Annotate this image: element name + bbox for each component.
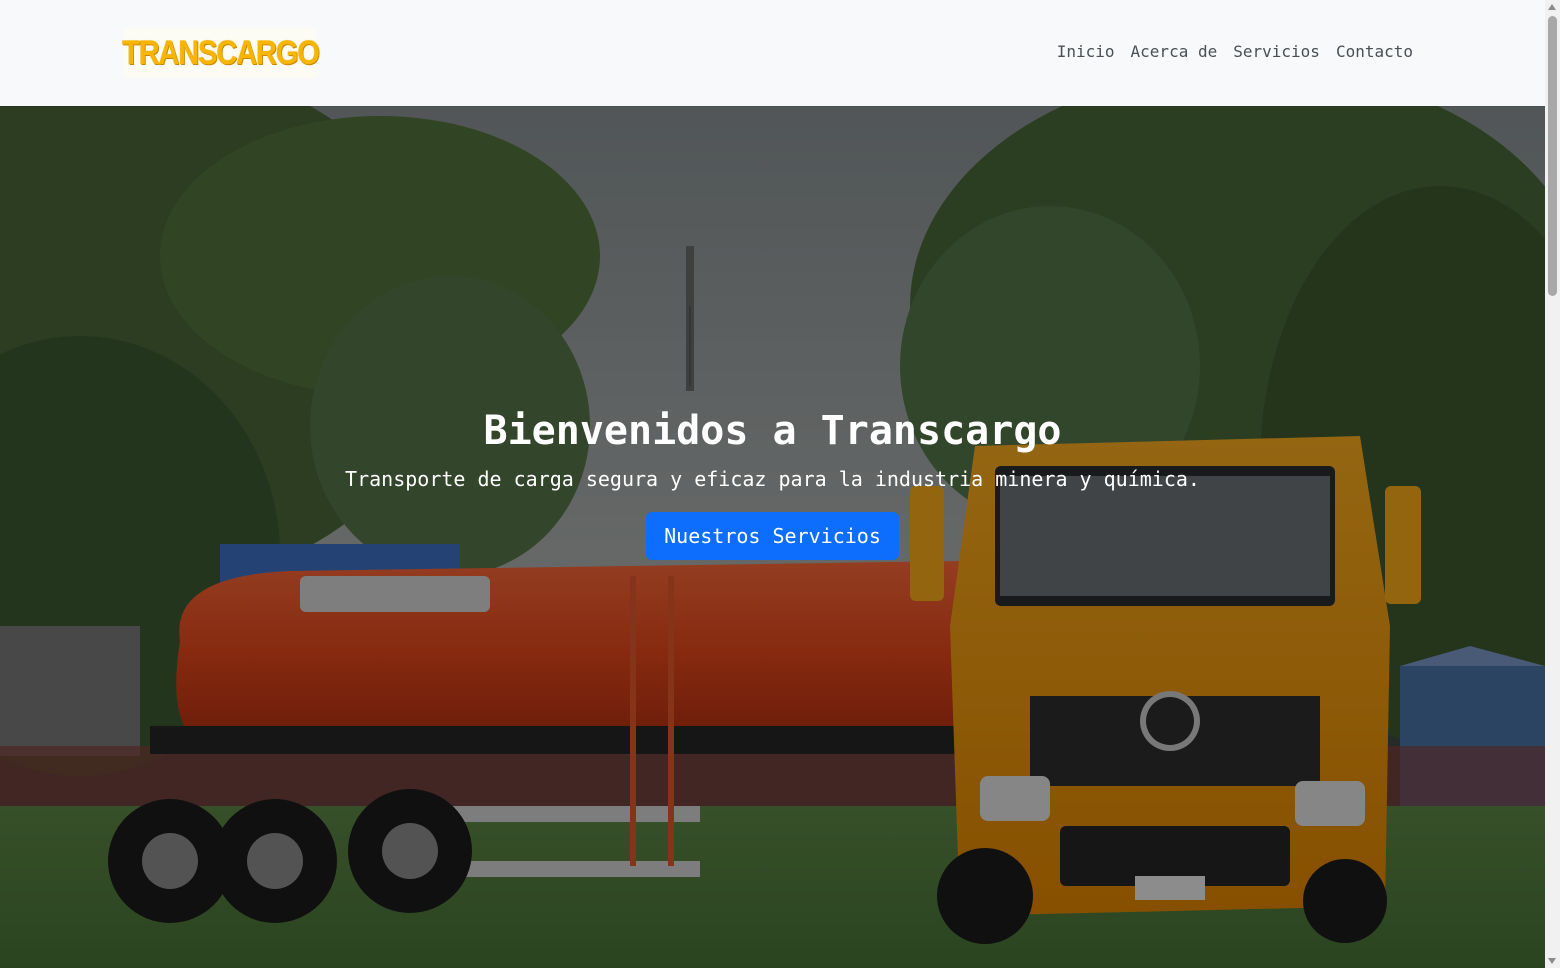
scrollbar-thumb[interactable] [1548, 16, 1557, 296]
page: TRANSCARGO Inicio Acerca de Servicios Co… [0, 0, 1545, 968]
page-scrollbar[interactable] [1545, 0, 1560, 968]
hero-content: Bienvenidos a Transcargo Transporte de c… [0, 406, 1545, 560]
nav-link-contacto[interactable]: Contacto [1336, 40, 1413, 64]
hero-subtitle: Transporte de carga segura y eficaz para… [345, 467, 1200, 491]
scroll-down-arrow-icon[interactable] [1548, 958, 1556, 964]
nav-links: Inicio Acerca de Servicios Contacto [1057, 40, 1413, 64]
brand-logo-text: TRANSCARGO [121, 34, 320, 72]
services-cta-button[interactable]: Nuestros Servicios [646, 512, 899, 560]
nav-link-servicios[interactable]: Servicios [1233, 40, 1320, 64]
nav-link-inicio[interactable]: Inicio [1057, 40, 1115, 64]
navbar: TRANSCARGO Inicio Acerca de Servicios Co… [0, 0, 1545, 106]
brand-logo[interactable]: TRANSCARGO [121, 28, 320, 78]
hero-title: Bienvenidos a Transcargo [483, 408, 1062, 454]
scroll-up-arrow-icon[interactable] [1548, 4, 1556, 10]
nav-link-acerca-de[interactable]: Acerca de [1131, 40, 1218, 64]
hero-section: Bienvenidos a Transcargo Transporte de c… [0, 106, 1545, 968]
